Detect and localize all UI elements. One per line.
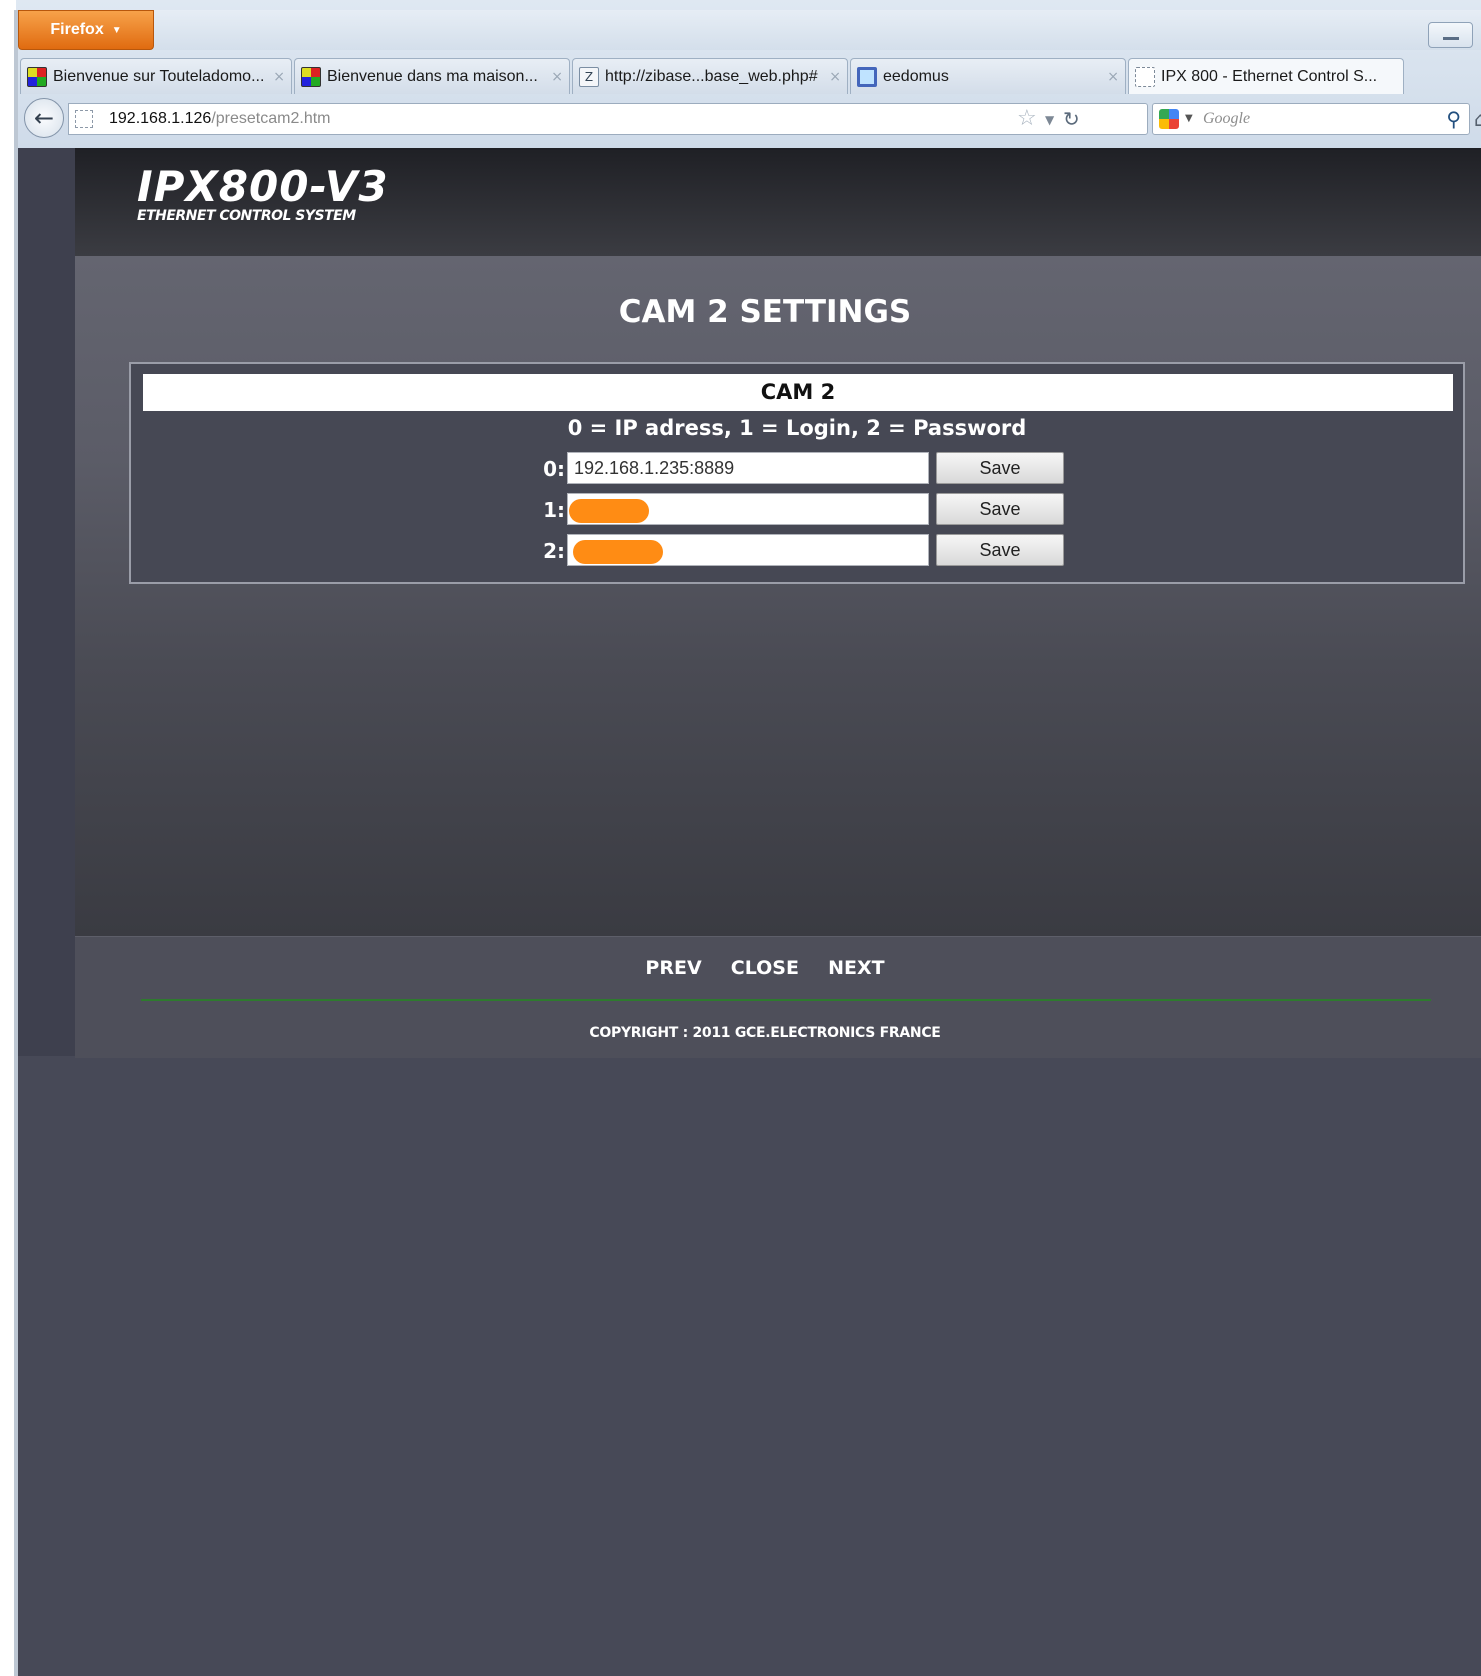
google-icon[interactable] — [1159, 109, 1179, 129]
eedomus-favicon-icon — [857, 66, 877, 87]
bookmark-star-icon[interactable]: ☆ — [1017, 106, 1037, 132]
left-margin — [16, 148, 75, 1056]
logo-title: IPX800-V3 — [137, 162, 389, 211]
search-bar[interactable]: ▼ Google ⚲ — [1152, 103, 1470, 135]
copyright-text: COPYRIGHT : 2011 GCE.ELECTRONICS FRANCE — [589, 1025, 941, 1041]
footer-nav: PREV CLOSE NEXT — [75, 957, 1455, 979]
chevron-down-icon: ▼ — [111, 24, 122, 36]
save-login-button[interactable]: Save — [936, 493, 1064, 525]
login-row: 1: Save — [131, 493, 1463, 527]
tab-ma-maison[interactable]: Bienvenue dans ma maison... × — [294, 58, 570, 94]
zibase-favicon-icon: Z — [579, 66, 599, 87]
site-header: IPX800-V3 ETHERNET CONTROL SYSTEM — [75, 148, 1481, 256]
home-icon[interactable]: ⌂ — [1474, 104, 1481, 134]
tab-label: Bienvenue sur Touteladomo... — [53, 67, 265, 85]
tab-close-icon[interactable]: × — [551, 69, 563, 85]
search-placeholder: Google — [1203, 110, 1251, 127]
redaction-mark — [569, 499, 649, 523]
site-identity-icon[interactable] — [75, 110, 93, 128]
window-left-border — [14, 10, 18, 1676]
tab-close-icon[interactable]: × — [273, 69, 285, 85]
url-text[interactable]: 192.168.1.126/presetcam2.htm — [109, 104, 330, 134]
tab-label: http://zibase...base_web.php# — [605, 67, 818, 85]
field-legend: 0 = IP adress, 1 = Login, 2 = Password — [567, 416, 1027, 440]
password-row: 2: Save — [131, 534, 1463, 568]
minimize-button[interactable] — [1428, 22, 1473, 48]
ip-address-input[interactable] — [567, 452, 929, 484]
save-password-button[interactable]: Save — [936, 534, 1064, 566]
prev-link[interactable]: PREV — [645, 957, 701, 979]
tab-close-icon[interactable]: × — [829, 69, 841, 85]
tab-eedomus[interactable]: eedomus × — [850, 58, 1126, 94]
settings-panel: CAM 2 0 = IP adress, 1 = Login, 2 = Pass… — [129, 362, 1465, 584]
firefox-menu-button[interactable]: Firefox ▼ — [18, 10, 154, 50]
title-bar — [16, 10, 1481, 50]
touteladomo-favicon-icon — [27, 66, 47, 87]
field-label: 2: — [543, 539, 565, 563]
next-link[interactable]: NEXT — [828, 957, 885, 979]
navigation-toolbar: ← 192.168.1.126/presetcam2.htm ☆ ▼ ↻ ▼ G… — [16, 96, 1481, 142]
back-arrow-icon[interactable]: ← — [24, 98, 64, 138]
footer-divider — [141, 999, 1431, 1001]
site-footer: PREV CLOSE NEXT COPYRIGHT : 2011 GCE.ELE… — [75, 936, 1481, 1058]
redaction-mark — [573, 540, 663, 564]
search-icon[interactable]: ⚲ — [1446, 104, 1461, 134]
tab-label: IPX 800 - Ethernet Control S... — [1161, 67, 1378, 85]
page-title: CAM 2 SETTINGS — [618, 294, 912, 330]
tab-ipx800[interactable]: IPX 800 - Ethernet Control S... — [1128, 58, 1404, 94]
tab-zibase[interactable]: Z http://zibase...base_web.php# × — [572, 58, 848, 94]
tab-label: Bienvenue dans ma maison... — [327, 67, 538, 85]
url-path: /presetcam2.htm — [211, 110, 331, 127]
field-label: 0: — [543, 457, 565, 481]
logo-subtitle: ETHERNET CONTROL SYSTEM — [137, 208, 356, 224]
main-content: CAM 2 SETTINGS CAM 2 0 = IP adress, 1 = … — [75, 256, 1481, 936]
blank-page-icon — [1135, 66, 1155, 87]
page-viewport: IPX800-V3 ETHERNET CONTROL SYSTEM CAM 2 … — [16, 148, 1481, 1676]
panel-title: CAM 2 — [143, 374, 1453, 411]
close-link[interactable]: CLOSE — [731, 957, 799, 979]
reload-icon[interactable]: ↻ — [1063, 106, 1080, 132]
firefox-menu-label: Firefox — [50, 21, 104, 38]
save-ip-button[interactable]: Save — [936, 452, 1064, 484]
url-host: 192.168.1.126 — [109, 110, 212, 127]
field-label: 1: — [543, 498, 565, 522]
engine-dropdown-icon[interactable]: ▼ — [1185, 104, 1193, 134]
maison-favicon-icon — [301, 66, 321, 87]
ip-address-row: 0: Save — [131, 452, 1463, 486]
history-dropdown-icon[interactable]: ▼ — [1045, 108, 1054, 132]
tab-label: eedomus — [883, 67, 949, 85]
tab-close-icon[interactable]: × — [1107, 69, 1119, 85]
tab-strip: Bienvenue sur Touteladomo... × Bienvenue… — [16, 54, 1481, 94]
tab-touteladomo[interactable]: Bienvenue sur Touteladomo... × — [20, 58, 292, 94]
url-bar[interactable]: 192.168.1.126/presetcam2.htm ☆ ▼ ↻ — [68, 103, 1148, 135]
